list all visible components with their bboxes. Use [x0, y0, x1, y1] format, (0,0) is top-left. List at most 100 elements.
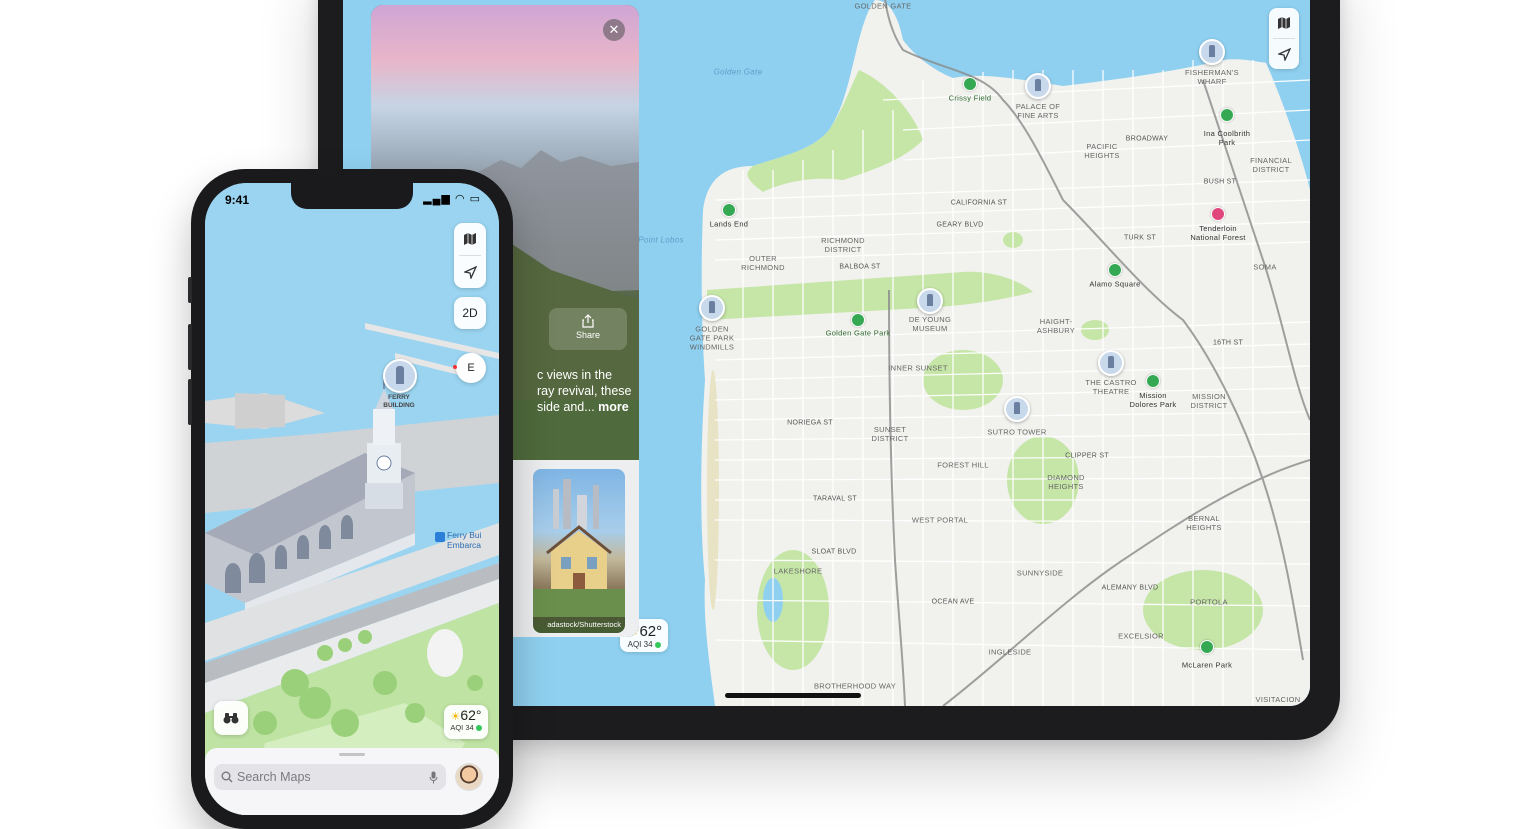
- street-label-taraval: TARAVAL ST: [813, 495, 857, 503]
- weather-temp: 62°: [639, 623, 663, 640]
- iphone-weather-widget[interactable]: ☀62° AQI 34: [444, 705, 488, 739]
- sheet-grabber[interactable]: [339, 753, 365, 756]
- ferry-building-landmark-icon[interactable]: [383, 359, 417, 393]
- microphone-icon[interactable]: [429, 771, 438, 784]
- volume-down-button: [188, 379, 192, 425]
- map-label-financial-district: FINANCIAL DISTRICT: [1250, 156, 1292, 174]
- landmark-windmills-icon[interactable]: [699, 295, 725, 321]
- weather-temp-row: ☀62°: [444, 707, 488, 723]
- description-line-3: side and... more: [537, 399, 637, 415]
- map-label-fishermans-wharf: FISHERMAN'S WHARF: [1185, 68, 1239, 86]
- map-icon: [1278, 17, 1290, 29]
- street-label-16th: 16TH ST: [1212, 339, 1244, 347]
- more-link[interactable]: more: [598, 400, 629, 414]
- share-icon: [582, 314, 594, 328]
- map-label-forest-hill: FOREST HILL: [937, 460, 989, 470]
- poi-label-ina-coolbrith[interactable]: Ina Coolbrith Park: [1204, 129, 1250, 147]
- street-label-balboa: BALBOA ST: [839, 263, 881, 271]
- home-indicator[interactable]: [725, 693, 861, 698]
- weather-aqi-row: AQI 34: [444, 723, 488, 732]
- map-mode-button[interactable]: [1269, 8, 1299, 38]
- search-sheet[interactable]: [205, 748, 499, 815]
- compass-button[interactable]: E: [453, 353, 486, 383]
- iphone-map-screen[interactable]: 9:41 ▂▄▆ ◠ ▭ 2D E FERRY BUILDING Ferry B…: [205, 183, 499, 815]
- transit-label[interactable]: Ferry Bui Embarca: [447, 530, 481, 550]
- search-icon: [221, 771, 233, 783]
- mute-switch: [188, 277, 192, 303]
- landmark-fishermans-wharf-icon[interactable]: [1199, 39, 1225, 65]
- status-icons: ▂▄▆ ◠ ▭: [423, 193, 481, 205]
- location-arrow-icon: [1277, 47, 1291, 61]
- landmark-palace-fine-arts-icon[interactable]: [1025, 73, 1051, 99]
- landmark-sutro-tower-icon[interactable]: [1004, 396, 1030, 422]
- sun-icon: ☀: [450, 711, 461, 723]
- poi-label-lands-end[interactable]: Lands End: [710, 220, 749, 229]
- location-button[interactable]: [454, 256, 486, 288]
- poi-label-tenderloin-forest[interactable]: Tenderloin National Forest: [1190, 224, 1245, 242]
- poi-label-golden-gate-park[interactable]: Golden Gate Park: [826, 329, 891, 338]
- map-label-diamond-heights: DIAMOND HEIGHTS: [1047, 473, 1085, 491]
- share-button[interactable]: Share: [549, 308, 627, 350]
- map-label-sunnyside: SUNNYSIDE: [1016, 568, 1064, 578]
- map-label-outer-richmond: OUTER RICHMOND: [741, 254, 785, 272]
- map-label-bernal-heights: BERNAL HEIGHTS: [1186, 514, 1222, 532]
- close-card-button[interactable]: ✕: [603, 19, 625, 41]
- weather-aqi: AQI 34: [450, 723, 474, 732]
- street-label-ocean: OCEAN AVE: [931, 598, 975, 606]
- poi-label-crissy-field[interactable]: Crissy Field: [949, 94, 992, 103]
- poi-label-alamo-square[interactable]: Alamo Square: [1089, 280, 1140, 289]
- photo-credit: adastock/Shutterstock: [533, 617, 625, 633]
- poi-pin-golden-gate-park[interactable]: [851, 313, 865, 327]
- search-input[interactable]: [237, 770, 417, 784]
- map-mode-button[interactable]: [454, 223, 486, 255]
- map-label-brotherhood-way: BROTHERHOOD WAY: [813, 681, 897, 691]
- weather-temp: 62°: [460, 707, 482, 723]
- map-label-excelsior: EXCELSIOR: [1118, 631, 1164, 641]
- map-label-windmills: GOLDEN GATE PARK WINDMILLS: [689, 324, 735, 352]
- aqi-status-dot: [475, 725, 482, 732]
- poi-pin-crissy-field[interactable]: [963, 77, 977, 91]
- view-2d-toggle[interactable]: 2D: [454, 297, 486, 329]
- landmark-de-young-icon[interactable]: [917, 288, 943, 314]
- street-label-turk: TURK ST: [1123, 234, 1157, 242]
- map-label-visitacion: VISITACION VALLEY: [1255, 695, 1301, 706]
- description-line-1: c views in the: [537, 368, 613, 382]
- poi-label-mclaren-park[interactable]: McLaren Park: [1182, 661, 1232, 670]
- guide-thumbnail[interactable]: adastock/Shutterstock: [533, 469, 625, 633]
- poi-pin-ina-coolbrith[interactable]: [1220, 108, 1234, 122]
- iphone-device: 9:41 ▂▄▆ ◠ ▭ 2D E FERRY BUILDING Ferry B…: [188, 169, 513, 829]
- poi-pin-mclaren-park[interactable]: [1200, 640, 1214, 654]
- search-bar[interactable]: [214, 764, 446, 790]
- map-label-golden-gate: GOLDEN GATE: [854, 1, 912, 11]
- map-label-de-young: DE YOUNG MUSEUM: [908, 315, 952, 333]
- map-label-ingleside: INGLESIDE: [988, 647, 1032, 657]
- poi-pin-tenderloin-forest[interactable]: [1211, 207, 1225, 221]
- map-label-golden-gate-water: Golden Gate: [713, 67, 763, 77]
- look-around-button[interactable]: [214, 701, 248, 735]
- poi-pin-alamo-square[interactable]: [1108, 263, 1122, 277]
- ferry-building-label[interactable]: FERRY BUILDING: [377, 394, 421, 410]
- location-button[interactable]: [1269, 39, 1299, 69]
- street-label-broadway: BROADWAY: [1125, 135, 1169, 143]
- binoculars-icon: [223, 713, 239, 724]
- street-label-california: CALIFORNIA ST: [950, 199, 1008, 207]
- poi-label-mission-dolores[interactable]: Mission Dolores Park: [1130, 391, 1177, 409]
- street-label-bush: BUSH ST: [1203, 178, 1237, 186]
- aqi-status-dot: [654, 641, 661, 648]
- notch: [291, 183, 413, 209]
- street-label-sloat: SLOAT BLVD: [811, 548, 857, 556]
- landmark-castro-theatre-icon[interactable]: [1098, 350, 1124, 376]
- poi-pin-mission-dolores[interactable]: [1146, 374, 1160, 388]
- status-time: 9:41: [225, 193, 250, 207]
- map-icon: [464, 233, 476, 245]
- description-line-2: ray revival, these: [537, 384, 632, 398]
- volume-up-button: [188, 324, 192, 370]
- map-label-palace-fine-arts: PALACE OF FINE ARTS: [1015, 102, 1061, 120]
- close-icon: ✕: [608, 22, 620, 37]
- map-label-richmond-district: RICHMOND DISTRICT: [821, 236, 865, 254]
- location-arrow-icon: [463, 265, 477, 279]
- weather-aqi-row: AQI 34: [626, 640, 662, 649]
- ipad-map-controls: [1269, 8, 1299, 69]
- avatar[interactable]: [456, 764, 482, 790]
- poi-pin-lands-end[interactable]: [722, 203, 736, 217]
